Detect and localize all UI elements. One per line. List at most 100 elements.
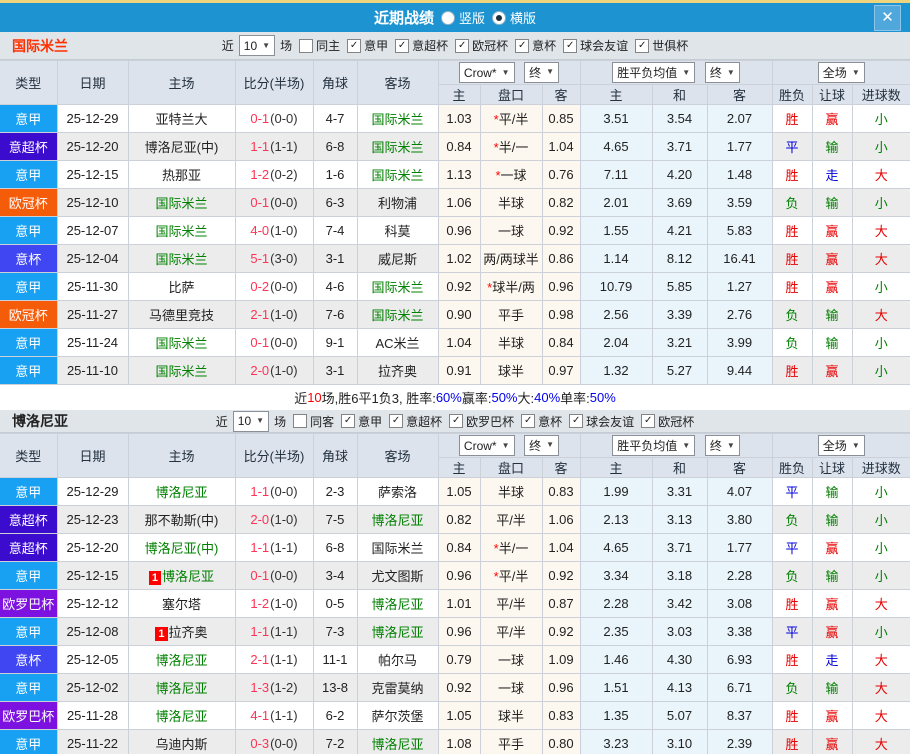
home-team: 国际米兰 (127, 216, 236, 245)
subcol-avg-away: 客 (706, 84, 773, 105)
result-goals: 大 (851, 589, 910, 618)
competition-badge: 意甲 (0, 160, 58, 189)
radio-vertical-layout[interactable] (440, 10, 455, 25)
score-cell: 4-1(1-1) (234, 701, 314, 730)
halftime-score: (1-1) (270, 624, 298, 639)
handicap-cell: 半球 (479, 328, 543, 357)
competition-checkbox[interactable]: ✓ (389, 414, 404, 428)
odds-source-select[interactable]: Crow* ▼ (458, 435, 515, 457)
handicap-cell: 球半 (479, 356, 543, 385)
red-card-badge: 1 (155, 627, 168, 641)
handicap-cell: 半球 (479, 477, 543, 506)
match-date: 25-12-05 (56, 645, 129, 674)
scope-select[interactable]: 全场 ▼ (817, 62, 865, 83)
same-venue-checkbox[interactable] (299, 38, 314, 53)
result-handicap: 赢 (811, 216, 853, 245)
away-odds: 1.06 (541, 505, 581, 534)
avg-home-odds: 3.23 (579, 729, 653, 754)
match-row: 意甲 25-11-22 乌迪内斯 0-3(0-0) 7-2 博洛尼亚 1.08 … (0, 729, 910, 754)
radio-horizontal-layout[interactable] (492, 10, 506, 25)
home-odds: 1.05 (437, 477, 481, 506)
avg-home-odds: 2.01 (579, 188, 653, 217)
result-goals: 大 (851, 216, 910, 245)
avg-draw-odds: 3.21 (651, 328, 708, 357)
competition-checkbox[interactable]: ✓ (515, 38, 530, 53)
away-odds: 1.04 (541, 533, 581, 562)
competition-checkbox[interactable]: ✓ (347, 38, 362, 53)
avg-home-odds: 1.32 (579, 356, 653, 385)
avg-away-odds: 2.28 (706, 561, 773, 590)
avg-away-odds: 8.37 (706, 701, 773, 730)
competition-badge: 意超杯 (0, 505, 58, 534)
chevron-down-icon: ▼ (501, 67, 510, 77)
away-team: 萨索洛 (356, 477, 439, 506)
corners-cell: 6-8 (312, 533, 358, 562)
competition-checkbox[interactable]: ✓ (395, 38, 410, 53)
result-handicap: 输 (811, 673, 853, 702)
recent-count-select[interactable]: 10 ▼ (238, 35, 276, 56)
result-wdl: 负 (771, 505, 813, 534)
subcol-avg-draw: 和 (651, 84, 708, 105)
home-team: 国际米兰 (127, 328, 236, 357)
fulltime-score: 1-1 (250, 624, 270, 639)
avg-source-select[interactable]: 胜平负均值 ▼ (612, 435, 696, 456)
away-odds: 0.84 (541, 328, 581, 357)
competition-checkbox[interactable]: ✓ (449, 414, 464, 428)
competition-badge: 意超杯 (0, 132, 58, 161)
competition-badge: 欧冠杯 (0, 300, 58, 329)
competition-checkbox[interactable]: ✓ (641, 414, 656, 428)
close-button[interactable]: ✕ (874, 4, 901, 31)
summary-line: 近 10 场,胜6平1负3, 胜率: 60% 赢率: 50% 大: 40% 单率: 50% (0, 385, 910, 410)
avg-draw-odds: 5.85 (651, 272, 708, 301)
summary-text: 单率: (560, 391, 590, 406)
summary-text: 赢率: (461, 391, 492, 406)
competition-checkbox[interactable]: ✓ (563, 38, 578, 53)
away-team: 国际米兰 (356, 533, 439, 562)
odds-source-select[interactable]: Crow* ▼ (458, 62, 515, 84)
home-odds: 1.05 (437, 701, 481, 730)
match-date: 25-11-24 (56, 328, 129, 357)
subcol-odds-home: 主 (438, 457, 481, 478)
corners-cell: 3-1 (312, 356, 358, 385)
match-date: 25-11-22 (56, 729, 129, 754)
competition-checkbox[interactable]: ✓ (569, 414, 584, 428)
result-handicap: 赢 (811, 533, 853, 562)
dialog-titlebar: 近期战绩 竖版 横版 ✕ (0, 3, 910, 32)
competition-badge: 意超杯 (0, 533, 58, 562)
avg-time-select[interactable]: 终 ▼ (704, 435, 740, 456)
home-team: 博洛尼亚 (127, 645, 236, 674)
col-type: 类型 (0, 60, 58, 105)
competition-checkbox[interactable]: ✓ (341, 414, 356, 428)
handicap-cell: 平/半 (479, 589, 543, 618)
score-cell: 5-1(3-0) (234, 244, 314, 273)
result-goals: 小 (851, 505, 910, 534)
competition-label: 世俱杯 (652, 39, 689, 53)
competition-checkbox[interactable]: ✓ (635, 38, 650, 53)
score-cell: 1-1(0-0) (234, 477, 314, 506)
odds-time-select[interactable]: 终 ▼ (524, 61, 560, 83)
result-handicap: 输 (811, 505, 853, 534)
competition-label: 欧冠杯 (472, 39, 509, 53)
match-row: 欧冠杯 25-11-27 马德里竞技 2-1(1-0) 7-6 国际米兰 0.9… (0, 300, 910, 329)
result-handicap: 输 (811, 188, 853, 217)
avg-source-select[interactable]: 胜平负均值 ▼ (612, 62, 696, 83)
corners-cell: 6-2 (312, 701, 358, 730)
same-venue-checkbox[interactable] (293, 414, 308, 428)
competition-checkbox[interactable]: ✓ (455, 38, 470, 53)
odds-time-select[interactable]: 终 ▼ (524, 434, 560, 456)
avg-draw-odds: 4.30 (651, 645, 708, 674)
subcol-avg-home: 主 (579, 457, 653, 478)
handicap-cell: 一球 (479, 216, 543, 245)
result-handicap: 赢 (811, 729, 853, 754)
competition-checkbox[interactable]: ✓ (521, 414, 536, 428)
fulltime-score: 4-0 (250, 223, 270, 238)
avg-home-odds: 3.34 (579, 561, 653, 590)
star-icon: * (487, 280, 493, 295)
away-odds: 0.80 (541, 729, 581, 754)
scope-select[interactable]: 全场 ▼ (817, 435, 865, 456)
avg-time-select[interactable]: 终 ▼ (704, 62, 740, 83)
match-row: 意甲 25-12-07 国际米兰 4-0(1-0) 7-4 科莫 0.96 一球… (0, 216, 910, 245)
halftime-score: (1-0) (270, 512, 298, 527)
summary-text: 场,胜6平1负3, 胜率: (321, 391, 436, 406)
recent-count-select[interactable]: 10 ▼ (232, 410, 270, 432)
